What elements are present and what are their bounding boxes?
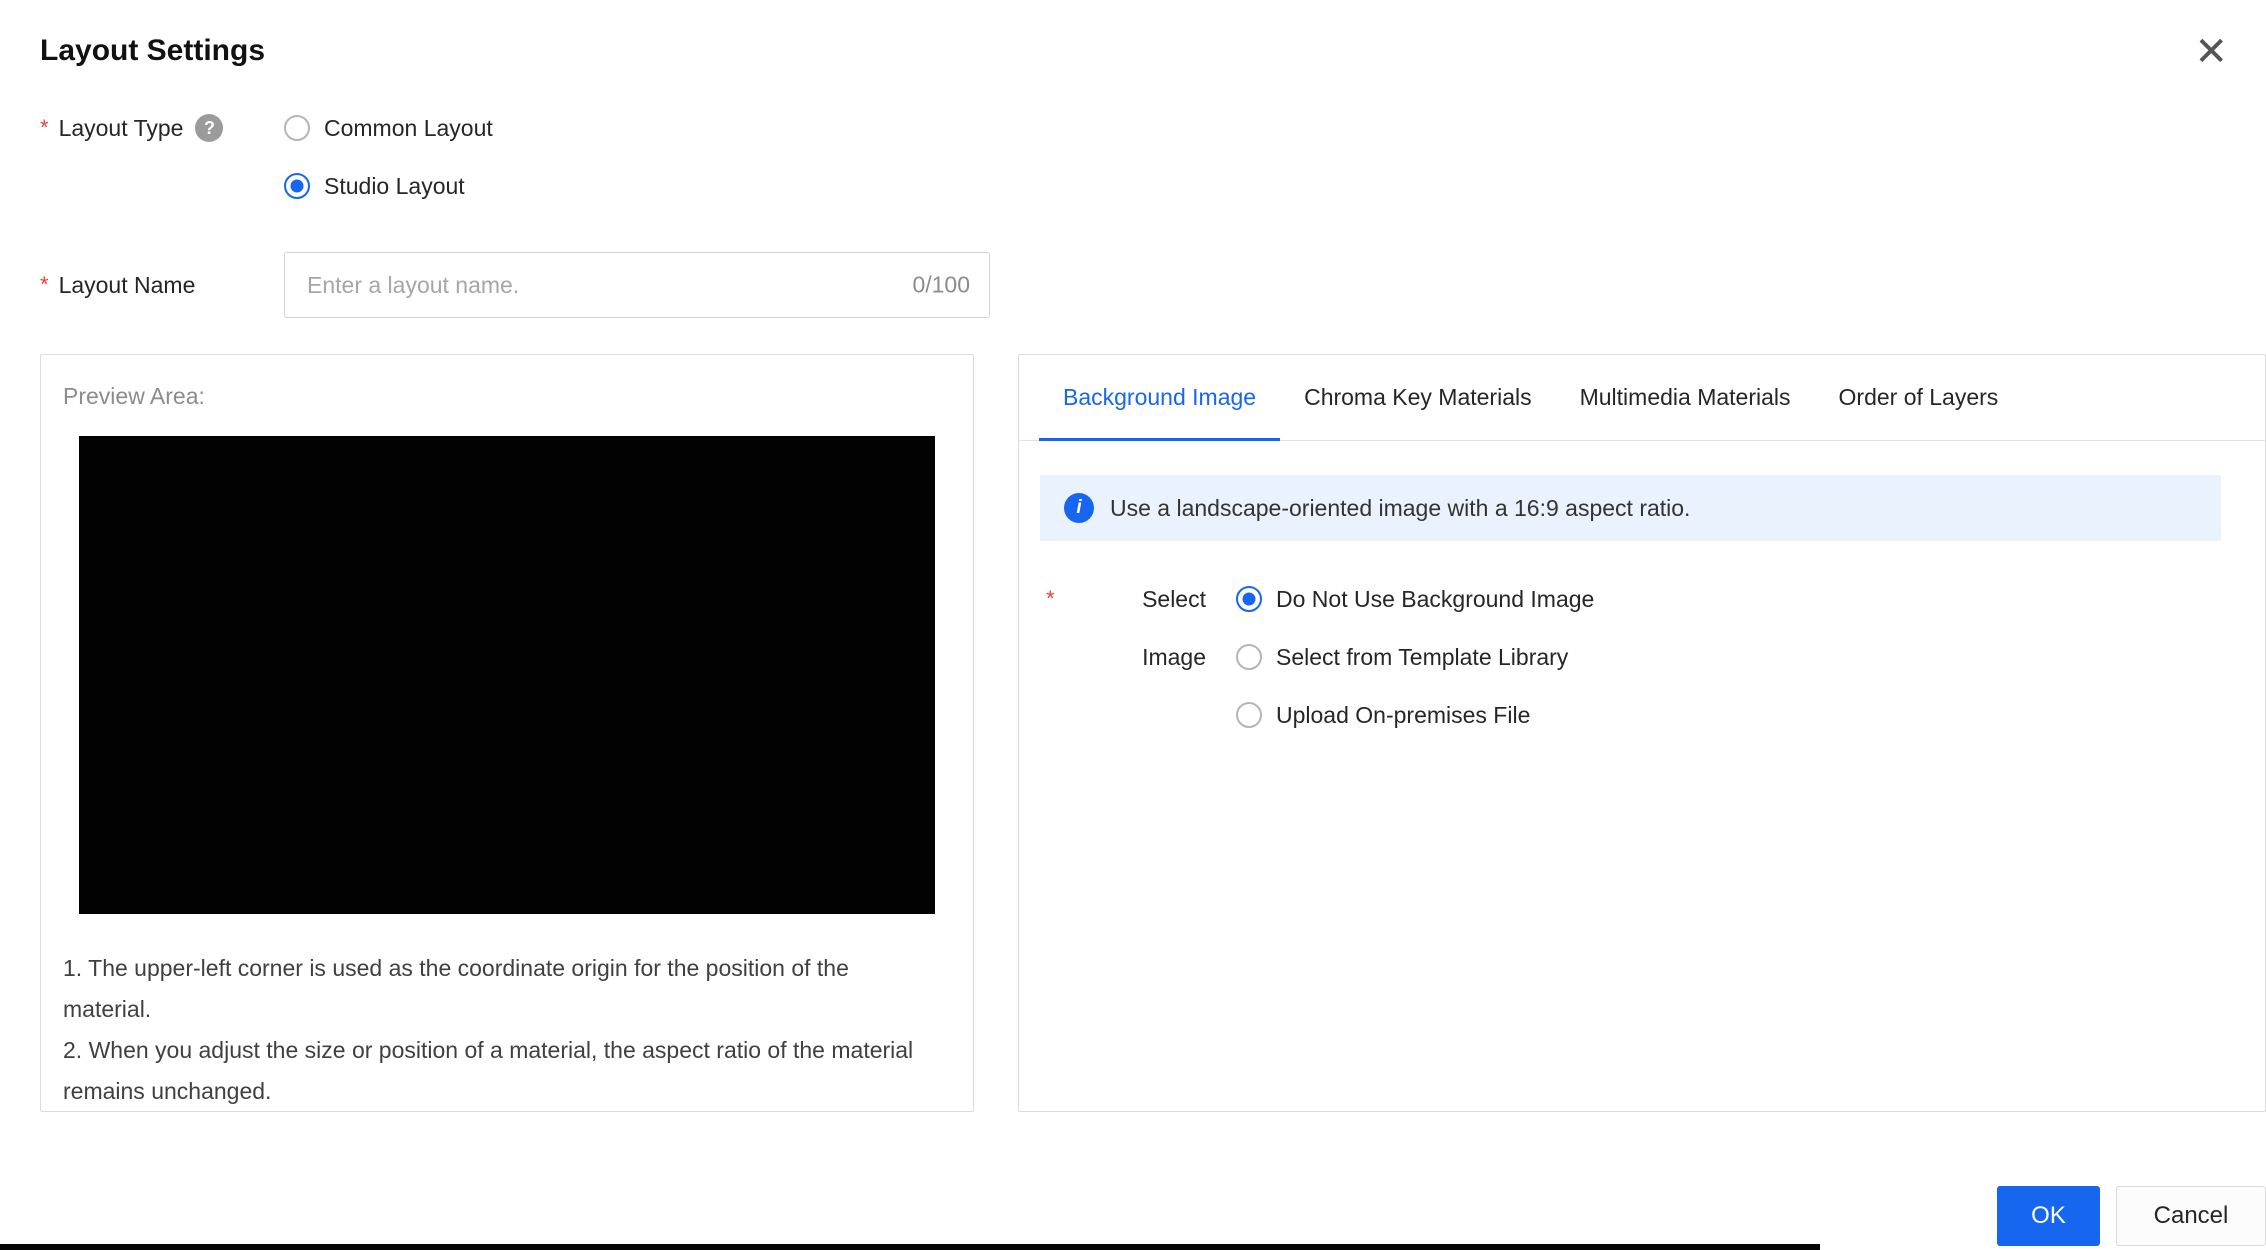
- form-area: * Layout Type ? Common Layout Studio Lay…: [0, 108, 2266, 318]
- tab-multimedia-materials[interactable]: Multimedia Materials: [1556, 355, 1815, 440]
- help-icon[interactable]: ?: [195, 114, 224, 142]
- settings-panel: Background Image Chroma Key Materials Mu…: [1018, 354, 2266, 1112]
- preview-note-2: 2. When you adjust the size or position …: [63, 1037, 914, 1104]
- layout-name-input[interactable]: [284, 252, 990, 318]
- preview-panel: Preview Area: 1. The upper-left corner i…: [40, 354, 974, 1112]
- layout-type-options: Common Layout Studio Layout: [284, 108, 493, 206]
- radio-select-from-template-library[interactable]: Select from Template Library: [1236, 637, 1594, 677]
- preview-canvas: [79, 436, 935, 914]
- preview-notes: 1. The upper-left corner is used as the …: [63, 948, 943, 1112]
- close-icon[interactable]: ✕: [2184, 28, 2238, 76]
- radio-studio-layout[interactable]: Studio Layout: [284, 166, 493, 206]
- select-image-options: Do Not Use Background Image Select from …: [1236, 579, 1594, 735]
- radio-common-layout[interactable]: Common Layout: [284, 108, 493, 148]
- tab-chroma-key-materials[interactable]: Chroma Key Materials: [1280, 355, 1556, 440]
- preview-note-1: 1. The upper-left corner is used as the …: [63, 955, 849, 1022]
- layout-type-label: * Layout Type ?: [40, 108, 284, 148]
- required-mark: *: [40, 272, 49, 297]
- page-title: Layout Settings: [40, 34, 266, 67]
- required-mark: *: [40, 115, 49, 140]
- layout-name-input-wrap: 0/100: [284, 252, 990, 318]
- radio-upload-on-premises-file[interactable]: Upload On-premises File: [1236, 695, 1594, 735]
- preview-area-label: Preview Area:: [63, 383, 205, 409]
- layout-name-label: * Layout Name: [40, 271, 196, 298]
- cancel-button[interactable]: Cancel: [2116, 1186, 2266, 1246]
- radio-icon: [1236, 586, 1262, 612]
- info-banner-text: Use a landscape-oriented image with a 16…: [1110, 494, 1691, 521]
- dialog-header: Layout Settings ✕: [0, 0, 2266, 72]
- char-counter: 0/100: [912, 271, 970, 298]
- tab-background-image[interactable]: Background Image: [1039, 355, 1281, 441]
- info-banner: i Use a landscape-oriented image with a …: [1040, 475, 2221, 541]
- tab-bar: Background Image Chroma Key Materials Mu…: [1019, 355, 2265, 441]
- tab-content: i Use a landscape-oriented image with a …: [1019, 441, 2265, 735]
- select-image-label: * Select Image: [1040, 579, 1206, 735]
- radio-do-not-use-background-image[interactable]: Do Not Use Background Image: [1236, 579, 1594, 619]
- select-image-row: * Select Image Do Not Use Background Ima…: [1040, 579, 2221, 735]
- layout-type-row: * Layout Type ? Common Layout Studio Lay…: [40, 108, 2226, 206]
- layout-name-row: * Layout Name 0/100: [40, 252, 2226, 318]
- radio-icon: [1236, 702, 1262, 728]
- radio-icon: [1236, 644, 1262, 670]
- info-icon: i: [1064, 493, 1094, 523]
- required-mark: *: [1046, 586, 1055, 611]
- panels: Preview Area: 1. The upper-left corner i…: [40, 354, 2266, 1112]
- radio-icon: [284, 115, 310, 141]
- radio-icon: [284, 173, 310, 199]
- tab-order-of-layers[interactable]: Order of Layers: [1815, 355, 2023, 440]
- background-strip: [0, 1244, 1820, 1250]
- footer: OK Cancel: [1997, 1186, 2266, 1246]
- ok-button[interactable]: OK: [1997, 1186, 2100, 1246]
